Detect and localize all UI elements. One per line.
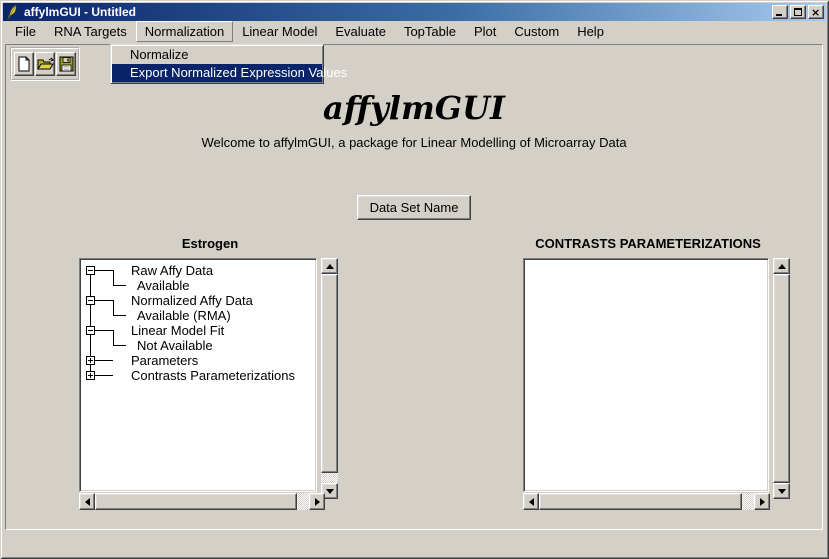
status-tree[interactable]: Raw Affy Data Available Normalized Affy … [79,258,317,492]
left-horizontal-scrollbar[interactable] [79,493,325,510]
menu-item-export-normalized-expression-values[interactable]: Export Normalized Expression Values [112,64,322,82]
tree-row[interactable]: Linear Model Fit [80,323,316,338]
tree-item-label[interactable]: Linear Model Fit [131,323,224,338]
tree-row[interactable]: Normalized Affy Data [80,293,316,308]
scrollbar-thumb[interactable] [773,274,790,483]
expand-icon[interactable] [86,356,95,365]
menu-item-normalize[interactable]: Normalize [112,46,322,64]
menu-plot[interactable]: Plot [465,21,505,42]
contrasts-listbox[interactable] [523,258,769,492]
scroll-up-icon[interactable] [773,258,790,274]
tree-item-label[interactable]: Contrasts Parameterizations [131,368,295,383]
normalization-dropdown-menu: Normalize Export Normalized Expression V… [110,44,324,84]
new-file-icon [17,56,31,72]
collapse-icon[interactable] [86,266,95,275]
menu-evaluate[interactable]: Evaluate [326,21,395,42]
menubar: File RNA Targets Normalization Linear Mo… [3,21,826,42]
scroll-right-icon[interactable] [309,493,325,510]
menu-custom[interactable]: Custom [505,21,568,42]
scroll-up-icon[interactable] [321,258,338,274]
app-window: affylmGUI - Untitled × File RNA Targets … [0,0,829,559]
collapse-icon[interactable] [86,296,95,305]
tree-row[interactable]: Available (RMA) [80,308,316,323]
tree-item-label[interactable]: Raw Affy Data [131,263,213,278]
menu-rna-targets[interactable]: RNA Targets [45,21,136,42]
menu-help[interactable]: Help [568,21,613,42]
tree-row[interactable]: Raw Affy Data [80,263,316,278]
new-file-button[interactable] [14,52,34,76]
scrollbar-thumb[interactable] [95,493,297,510]
scrollbar-trough[interactable] [773,274,790,483]
tree-content: Raw Affy Data Available Normalized Affy … [80,259,316,491]
page-subtitle: Welcome to affylmGUI, a package for Line… [6,135,822,150]
feather-icon [5,4,21,20]
tree-item-label[interactable]: Parameters [131,353,198,368]
right-vertical-scrollbar[interactable] [773,258,790,499]
left-panel-header: Estrogen [79,236,341,251]
save-file-button[interactable] [56,52,76,76]
menu-normalization[interactable]: Normalization [136,21,233,42]
scrollbar-trough[interactable] [539,493,754,510]
page-title: affylmGUI [6,89,822,127]
tree-item-label[interactable]: Not Available [137,338,213,353]
collapse-icon[interactable] [86,326,95,335]
tree-item-label[interactable]: Available (RMA) [137,308,231,323]
scrollbar-trough[interactable] [95,493,309,510]
menu-file[interactable]: File [6,21,45,42]
open-file-button[interactable] [35,52,55,76]
right-horizontal-scrollbar[interactable] [523,493,770,510]
close-button-icon[interactable]: × [808,5,824,19]
tree-row[interactable]: Not Available [80,338,316,353]
toolbar [10,47,80,81]
maximize-button-icon[interactable] [790,5,806,19]
menu-toptable[interactable]: TopTable [395,21,465,42]
window-title: affylmGUI - Untitled [24,3,772,21]
tree-row[interactable]: Available [80,278,316,293]
content-frame: affylmGUI Welcome to affylmGUI, a packag… [5,44,823,530]
menu-linear-model[interactable]: Linear Model [233,21,326,42]
open-file-icon [37,56,54,72]
scrollbar-thumb[interactable] [539,493,742,510]
scroll-left-icon[interactable] [79,493,95,510]
scrollbar-trough[interactable] [321,274,338,483]
titlebar[interactable]: affylmGUI - Untitled × [3,3,826,21]
tree-item-label[interactable]: Normalized Affy Data [131,293,253,308]
tree-item-label[interactable]: Available [137,278,190,293]
right-panel-header: CONTRASTS PARAMETERIZATIONS [517,236,779,251]
expand-icon[interactable] [86,371,95,380]
scroll-left-icon[interactable] [523,493,539,510]
scroll-down-icon[interactable] [773,483,790,499]
scrollbar-thumb[interactable] [321,274,338,473]
tree-row[interactable]: Contrasts Parameterizations [80,368,316,383]
left-vertical-scrollbar[interactable] [321,258,338,499]
save-file-icon [59,56,74,72]
tree-row[interactable]: Parameters [80,353,316,368]
scroll-right-icon[interactable] [754,493,770,510]
data-set-name-button[interactable]: Data Set Name [357,195,472,220]
minimize-button-icon[interactable] [772,5,788,19]
